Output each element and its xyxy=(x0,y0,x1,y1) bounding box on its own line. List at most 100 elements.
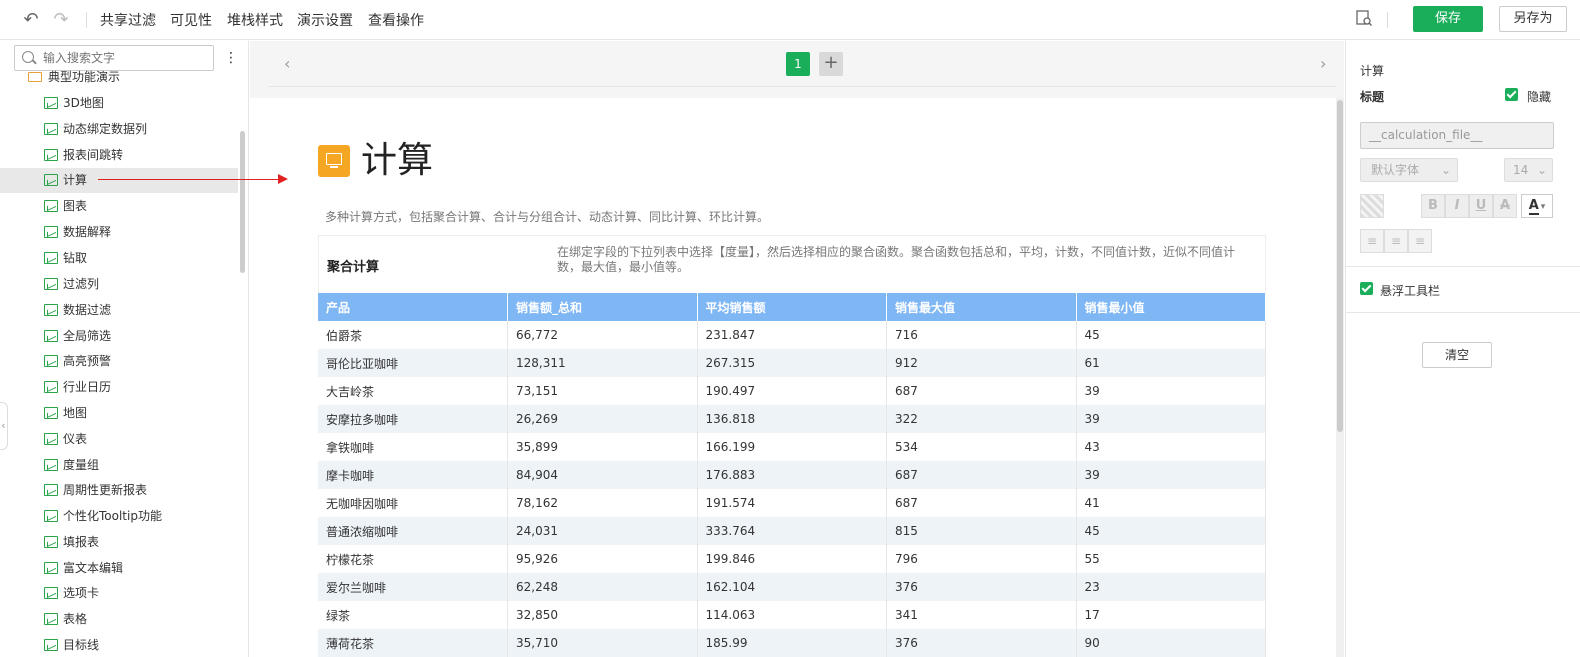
menu-shared-filter[interactable]: 共享过滤 xyxy=(100,10,156,30)
canvas-scrollbar[interactable] xyxy=(1336,98,1344,657)
font-size-value: 14 xyxy=(1513,163,1529,177)
table-cell: 199.846 xyxy=(697,545,887,573)
page-tab-1[interactable]: 1 xyxy=(786,52,810,76)
table-row: 拿铁咖啡 35,899 166.199 534 43 xyxy=(318,433,1266,461)
sidebar-item-gauge[interactable]: 仪表 xyxy=(0,427,238,452)
table-cell: 17 xyxy=(1076,601,1266,629)
menu-view-actions[interactable]: 查看操作 xyxy=(368,10,424,30)
table-cell: 376 xyxy=(886,629,1077,657)
folder-icon xyxy=(28,72,42,82)
table-cell: 815 xyxy=(886,517,1077,545)
menu-presentation-settings[interactable]: 演示设置 xyxy=(297,10,353,30)
column-header[interactable]: 产品 xyxy=(318,293,508,321)
strikethrough-button[interactable]: A xyxy=(1493,194,1517,218)
table-cell: 341 xyxy=(886,601,1077,629)
sidebar-item-table[interactable]: 表格 xyxy=(0,607,238,632)
column-header[interactable]: 平均销售额 xyxy=(697,293,887,321)
sidebar-item-fill-report[interactable]: 填报表 xyxy=(0,530,238,555)
table-cell: 绿茶 xyxy=(318,601,508,629)
title-field[interactable]: __calculation_file__ xyxy=(1360,122,1554,149)
font-color-icon: A xyxy=(1528,198,1539,215)
report-icon xyxy=(44,562,58,574)
sidebar-item-filter-columns[interactable]: 过滤列 xyxy=(0,272,238,297)
table-cell: 爱尔兰咖啡 xyxy=(318,573,508,601)
table-cell: 78,162 xyxy=(507,489,698,517)
save-button[interactable]: 保存 xyxy=(1413,6,1483,32)
annotation-arrow xyxy=(98,179,281,180)
float-toolbar-checkbox[interactable] xyxy=(1360,282,1373,295)
table-cell: 95,926 xyxy=(507,545,698,573)
menu-stack-style[interactable]: 堆栈样式 xyxy=(227,10,283,30)
chevron-down-icon: ⌄ xyxy=(1536,163,1547,177)
sidebar-item-measure-group[interactable]: 度量组 xyxy=(0,453,238,478)
sidebar-item-rich-text[interactable]: 富文本编辑 xyxy=(0,556,238,581)
table-cell: 534 xyxy=(886,433,1077,461)
clear-button[interactable]: 清空 xyxy=(1422,342,1492,368)
more-options-icon[interactable]: ⋮ xyxy=(224,49,238,67)
sidebar-item-map[interactable]: 地图 xyxy=(0,401,238,426)
add-page-button[interactable]: + xyxy=(819,52,843,76)
report-icon xyxy=(44,510,58,522)
redo-icon[interactable]: ↷ xyxy=(50,9,72,31)
sidebar-item-tooltip[interactable]: 个性化Tooltip功能 xyxy=(0,504,238,529)
table-cell: 24,031 xyxy=(507,517,698,545)
report-icon xyxy=(44,433,58,445)
save-as-button[interactable]: 另存为 xyxy=(1499,6,1567,32)
report-icon xyxy=(44,174,58,186)
search-input[interactable] xyxy=(41,48,209,68)
sidebar-item-global-filter[interactable]: 全局筛选 xyxy=(0,324,238,349)
preview-icon[interactable] xyxy=(1353,9,1375,31)
sidebar-item-target-line[interactable]: 目标线 xyxy=(0,633,238,657)
align-right-button[interactable]: ≡ xyxy=(1408,229,1432,253)
sidebar-item-report-jump[interactable]: 报表间跳转 xyxy=(0,143,238,168)
background-color-button[interactable] xyxy=(1360,194,1384,218)
menu-visibility[interactable]: 可见性 xyxy=(170,10,212,30)
sidebar-item-dynamic-columns[interactable]: 动态绑定数据列 xyxy=(0,117,238,142)
aggregation-table[interactable]: 产品 销售额_总和 平均销售额 销售最大值 销售最小值 伯爵茶 66,772 231… xyxy=(318,293,1266,657)
table-cell: 376 xyxy=(886,573,1077,601)
report-editor: ‹ 1 + › 计算 多种计算方式，包括聚合计算、合计与分组合计、动态计算、同比… xyxy=(250,41,1344,657)
scrollbar-thumb[interactable] xyxy=(1337,100,1343,432)
sidebar-scrollbar[interactable] xyxy=(240,131,245,273)
sidebar-item-drill[interactable]: 钻取 xyxy=(0,246,238,271)
sidebar-item-data-explain[interactable]: 数据解释 xyxy=(0,220,238,245)
italic-button[interactable]: I xyxy=(1445,194,1469,218)
sidebar-item-periodic-report[interactable]: 周期性更新报表 xyxy=(0,478,238,503)
table-row: 伯爵茶 66,772 231.847 716 45 xyxy=(318,321,1266,349)
prev-page-icon[interactable]: ‹ xyxy=(284,54,290,73)
table-cell: 大吉岭茶 xyxy=(318,377,508,405)
report-icon xyxy=(44,355,58,367)
underline-button[interactable]: U xyxy=(1469,194,1493,218)
report-title[interactable]: 计算 xyxy=(361,136,433,186)
column-header[interactable]: 销售额_总和 xyxy=(507,293,698,321)
table-cell: 166.199 xyxy=(697,433,887,461)
sidebar-item-3d-map[interactable]: 3D地图 xyxy=(0,91,238,116)
font-family-select[interactable]: 默认字体 ⌄ xyxy=(1360,158,1458,182)
title-label: 标题 xyxy=(1360,90,1385,104)
hide-checkbox[interactable] xyxy=(1505,88,1518,101)
font-size-select[interactable]: 14 ⌄ xyxy=(1504,158,1553,182)
align-left-button[interactable]: ≡ xyxy=(1360,229,1384,253)
bold-button[interactable]: B xyxy=(1421,194,1445,218)
folder-typical-demo[interactable]: 典型功能演示 xyxy=(28,68,120,88)
next-page-icon[interactable]: › xyxy=(1320,54,1326,73)
sidebar-item-calculation[interactable]: 计算 xyxy=(0,168,238,193)
font-color-button[interactable]: A ▾ xyxy=(1521,194,1553,218)
align-center-button[interactable]: ≡ xyxy=(1384,229,1408,253)
sidebar-item-industry-calendar[interactable]: 行业日历 xyxy=(0,375,238,400)
sidebar-item-label: 数据解释 xyxy=(63,225,112,239)
panel-heading: 计算 xyxy=(1360,64,1385,78)
sidebar-item-tabs[interactable]: 选项卡 xyxy=(0,581,238,606)
undo-icon[interactable]: ↶ xyxy=(20,9,42,31)
column-header[interactable]: 销售最大值 xyxy=(886,293,1077,321)
column-header[interactable]: 销售最小值 xyxy=(1076,293,1266,321)
report-icon xyxy=(44,484,58,496)
sidebar-item-label: 个性化Tooltip功能 xyxy=(63,509,162,523)
sidebar-item-label: 地图 xyxy=(63,406,88,420)
sidebar-item-charts[interactable]: 图表 xyxy=(0,194,238,219)
float-toolbar-label: 悬浮工具栏 xyxy=(1380,284,1441,298)
sidebar-item-data-filter[interactable]: 数据过滤 xyxy=(0,298,238,323)
report-description[interactable]: 多种计算方式，包括聚合计算、合计与分组合计、动态计算、同比计算、环比计算。 xyxy=(325,208,769,225)
collapse-sidebar-icon[interactable]: ‹ xyxy=(0,402,8,450)
sidebar-item-highlight-alert[interactable]: 高亮预警 xyxy=(0,349,238,374)
